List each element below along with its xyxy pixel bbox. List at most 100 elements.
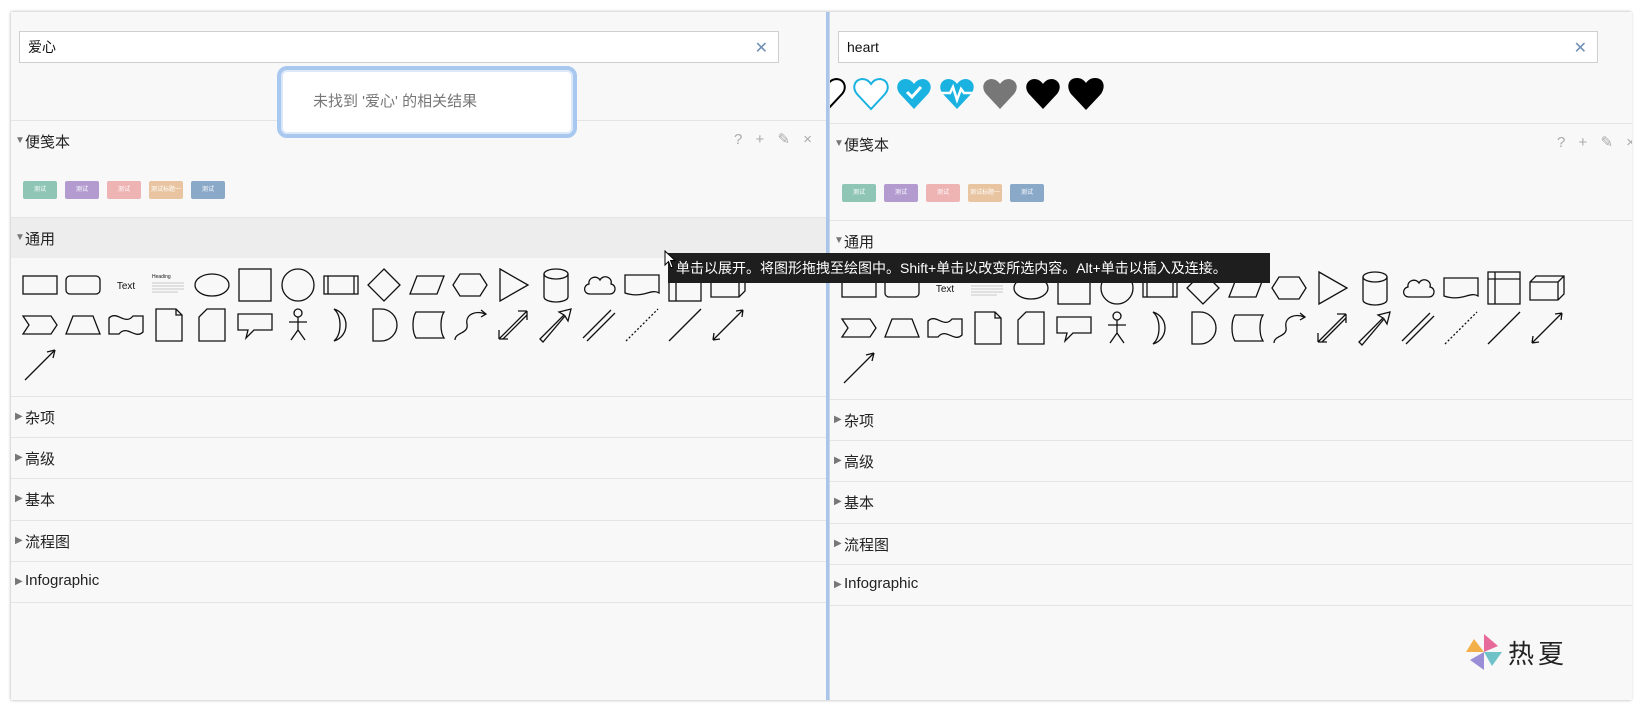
add-icon[interactable]: + [1579, 134, 1591, 151]
scratch-item[interactable]: 测试 [926, 184, 960, 202]
callout-shape[interactable] [236, 306, 274, 344]
misc-header[interactable]: ▶ 杂项 [830, 400, 1632, 440]
arrow-shape[interactable] [1356, 309, 1394, 347]
help-icon[interactable]: ? [734, 131, 745, 148]
scratch-item[interactable]: 测试 [65, 181, 99, 199]
tape-shape[interactable] [926, 309, 964, 347]
scratch-item[interactable]: 测试标题一 [968, 184, 1002, 202]
search-input[interactable] [847, 38, 1492, 56]
rounded-rectangle-shape[interactable] [64, 266, 102, 304]
step-shape[interactable] [21, 306, 59, 344]
close-icon[interactable]: × [1626, 134, 1632, 151]
general-header[interactable]: ▼ 通用 [11, 218, 827, 258]
rectangle-shape[interactable] [21, 266, 59, 304]
dotted-line-shape[interactable] [1442, 309, 1480, 347]
scratch-item[interactable]: 测试 [23, 181, 57, 199]
basic-header[interactable]: ▶ 基本 [830, 482, 1632, 522]
data-storage-shape[interactable] [408, 306, 446, 344]
bidirectional-connector-shape[interactable] [709, 306, 747, 344]
triangle-shape[interactable] [494, 266, 532, 304]
search-box[interactable]: ✕ [838, 31, 1598, 63]
arrow-shape[interactable] [537, 306, 575, 344]
scratchpad-header[interactable]: ▼ 便笺本 ? + ✎ × [830, 124, 1632, 164]
actor-shape[interactable] [1098, 309, 1136, 347]
text-shape[interactable]: Text [107, 266, 145, 304]
trapezoid-shape[interactable] [883, 309, 921, 347]
directional-connector-shape[interactable] [840, 349, 878, 387]
close-icon[interactable]: × [803, 131, 815, 148]
hexagon-shape[interactable] [451, 266, 489, 304]
curve-shape[interactable] [451, 306, 489, 344]
parallelogram-shape[interactable] [408, 266, 446, 304]
search-box[interactable]: ✕ [19, 31, 779, 63]
search-input[interactable] [28, 38, 673, 56]
delay-shape[interactable] [365, 306, 403, 344]
basic-header[interactable]: ▶ 基本 [11, 479, 827, 519]
heart-black-bold-icon[interactable] [1066, 74, 1106, 114]
data-storage-shape[interactable] [1227, 309, 1265, 347]
card-shape[interactable] [193, 306, 231, 344]
square-shape[interactable] [236, 266, 274, 304]
edit-icon[interactable]: ✎ [777, 131, 793, 148]
card-shape[interactable] [1012, 309, 1050, 347]
edit-icon[interactable]: ✎ [1600, 134, 1616, 151]
cube-shape[interactable] [1528, 269, 1566, 307]
add-icon[interactable]: + [756, 131, 768, 148]
scratch-item[interactable]: 测试 [842, 184, 876, 202]
heading-shape[interactable]: Heading [150, 266, 188, 304]
heart-black-icon[interactable] [1023, 74, 1063, 114]
actor-shape[interactable] [279, 306, 317, 344]
document-shape[interactable] [623, 266, 661, 304]
scratch-item[interactable]: 测试标题一 [149, 181, 183, 199]
bidirectional-arrow-shape[interactable] [1313, 309, 1351, 347]
cloud-shape[interactable] [1399, 269, 1437, 307]
directional-connector-shape[interactable] [21, 346, 59, 384]
hexagon-shape[interactable] [1270, 269, 1308, 307]
note-shape[interactable] [969, 309, 1007, 347]
process-shape[interactable] [322, 266, 360, 304]
clear-search-icon[interactable]: ✕ [1574, 38, 1587, 58]
diamond-shape[interactable] [365, 266, 403, 304]
step-shape[interactable] [840, 309, 878, 347]
internal-storage-shape[interactable] [1485, 269, 1523, 307]
flowchart-header[interactable]: ▶ 流程图 [11, 521, 827, 561]
callout-shape[interactable] [1055, 309, 1093, 347]
document-shape[interactable] [1442, 269, 1480, 307]
bidirectional-arrow-shape[interactable] [494, 306, 532, 344]
advanced-header[interactable]: ▶ 高级 [11, 438, 827, 478]
advanced-header[interactable]: ▶ 高级 [830, 441, 1632, 481]
delay-shape[interactable] [1184, 309, 1222, 347]
scratch-item[interactable]: 测试 [191, 181, 225, 199]
cylinder-shape[interactable] [1356, 269, 1394, 307]
dotted-line-shape[interactable] [623, 306, 661, 344]
help-icon[interactable]: ? [1557, 134, 1568, 151]
or-shape[interactable] [322, 306, 360, 344]
line-shape[interactable] [666, 306, 704, 344]
infographic-header[interactable]: ▶ Infographic [830, 565, 1632, 605]
heart-gray-icon[interactable] [980, 74, 1020, 114]
bidirectional-connector-shape[interactable] [1528, 309, 1566, 347]
heart-pulse-icon[interactable] [937, 74, 977, 114]
scratch-item[interactable]: 测试 [884, 184, 918, 202]
flowchart-header[interactable]: ▶ 流程图 [830, 524, 1632, 564]
trapezoid-shape[interactable] [64, 306, 102, 344]
note-shape[interactable] [150, 306, 188, 344]
ellipse-shape[interactable] [193, 266, 231, 304]
double-line-shape[interactable] [1399, 309, 1437, 347]
misc-header[interactable]: ▶ 杂项 [11, 397, 827, 437]
circle-shape[interactable] [279, 266, 317, 304]
or-shape[interactable] [1141, 309, 1179, 347]
cylinder-shape[interactable] [537, 266, 575, 304]
cloud-shape[interactable] [580, 266, 618, 304]
double-line-shape[interactable] [580, 306, 618, 344]
heart-check-icon[interactable] [894, 74, 934, 114]
line-shape[interactable] [1485, 309, 1523, 347]
heart-outline-icon[interactable] [830, 74, 848, 114]
scratch-item[interactable]: 测试 [107, 181, 141, 199]
scratch-item[interactable]: 测试 [1010, 184, 1044, 202]
infographic-header[interactable]: ▶ Infographic [11, 562, 827, 602]
tape-shape[interactable] [107, 306, 145, 344]
clear-search-icon[interactable]: ✕ [755, 38, 768, 58]
curve-shape[interactable] [1270, 309, 1308, 347]
heart-blue-outline-icon[interactable] [851, 74, 891, 114]
